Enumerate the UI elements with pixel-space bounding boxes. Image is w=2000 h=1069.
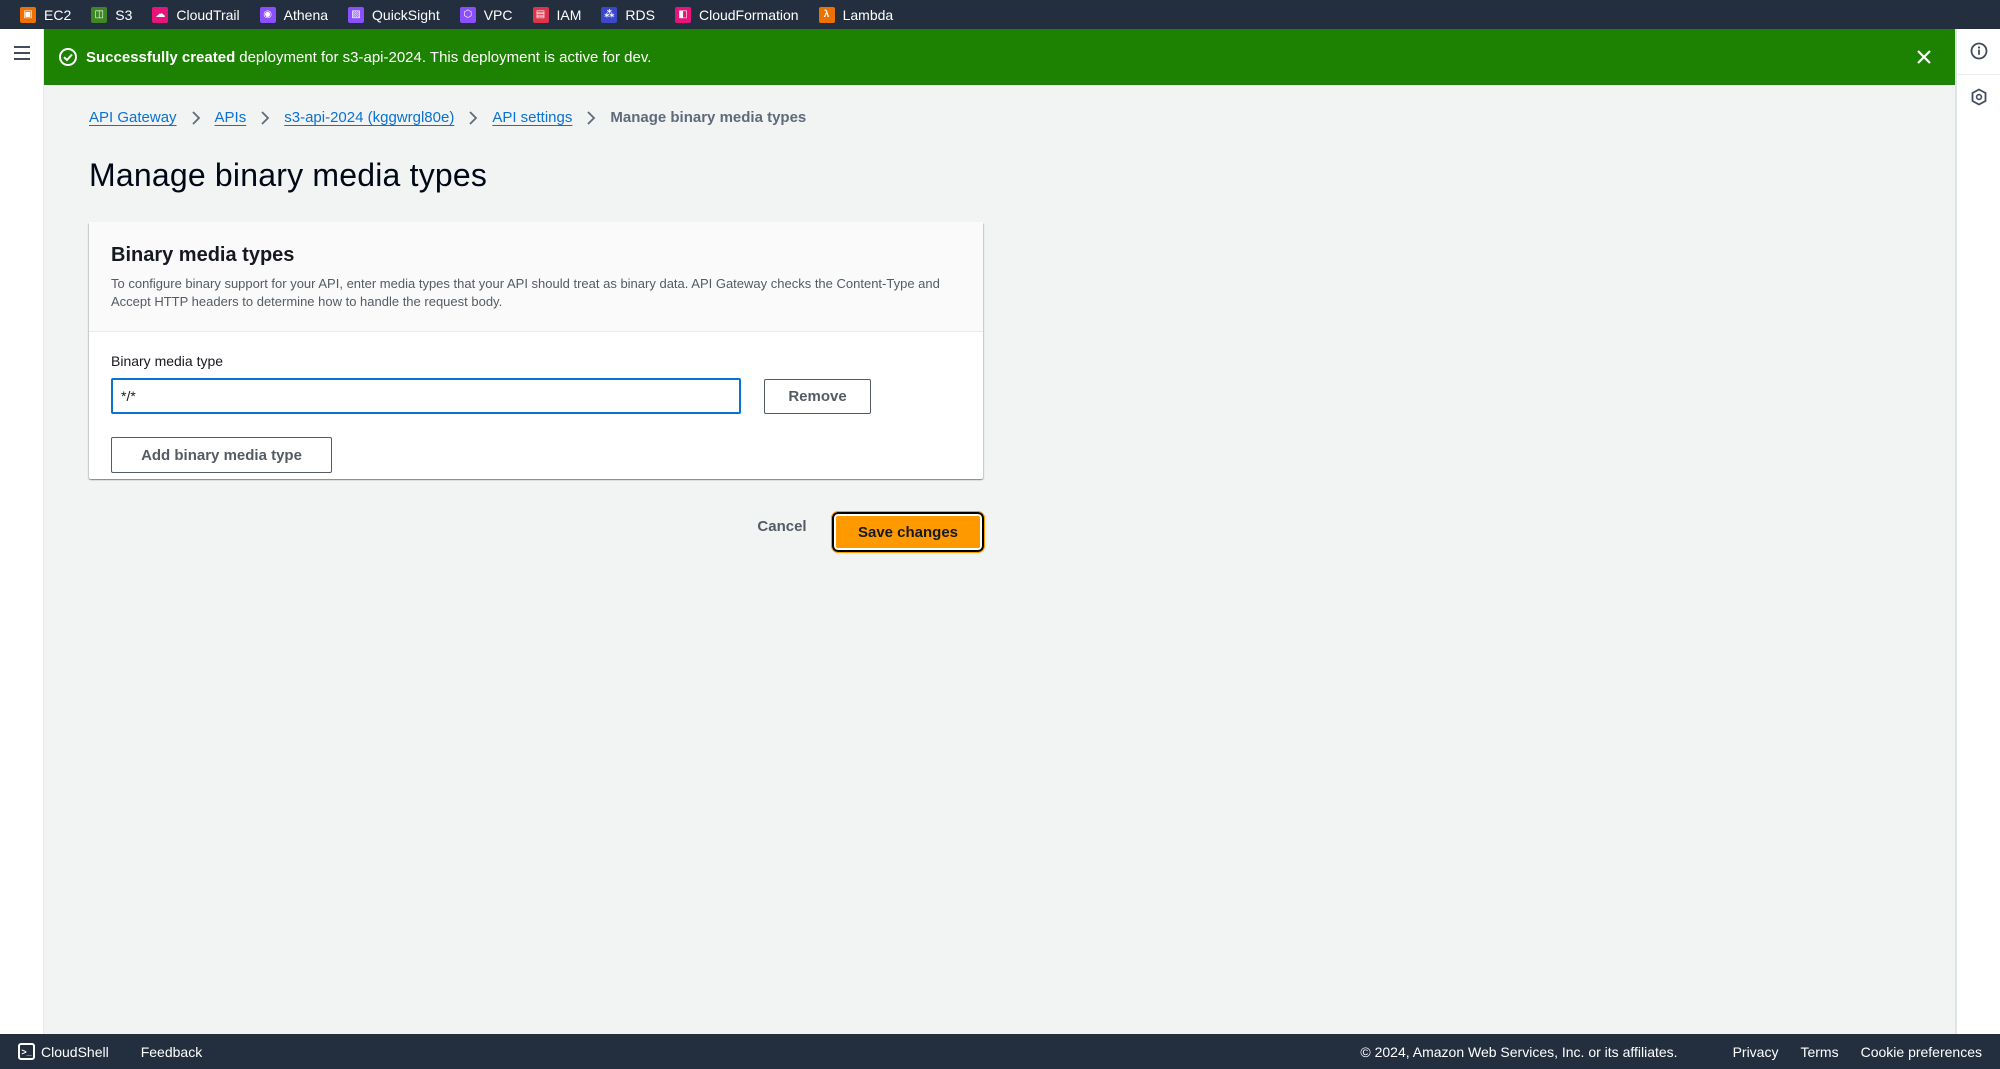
chevron-right-icon [586, 110, 596, 126]
service-label: CloudTrail [176, 6, 240, 23]
close-icon[interactable] [1913, 46, 1935, 68]
success-flash-banner: Successfully created deployment for s3-a… [44, 29, 1955, 85]
rds-icon: ⁂ [601, 6, 618, 23]
cloudformation-icon: ◧ [674, 6, 691, 23]
athena-icon: ◉ [259, 6, 276, 23]
lambda-icon: λ [818, 6, 835, 23]
feedback-link[interactable]: Feedback [141, 1044, 202, 1060]
service-shortcut-lambda[interactable]: λ Lambda [818, 6, 894, 23]
cookie-preferences-link[interactable]: Cookie preferences [1861, 1044, 1982, 1060]
service-shortcut-quicksight[interactable]: ▨ QuickSight [348, 6, 440, 23]
service-shortcut-iam[interactable]: ▤ IAM [532, 6, 582, 23]
feedback-hexagon-icon[interactable] [1969, 87, 1989, 107]
binary-media-type-field[interactable] [111, 378, 741, 414]
service-label: Athena [283, 6, 329, 23]
service-label: S3 [115, 6, 133, 23]
binary-media-types-container: Binary media types To configure binary s… [89, 222, 983, 479]
service-shortcut-s3[interactable]: ◫ S3 [91, 6, 133, 23]
iam-icon: ▤ [532, 6, 549, 23]
container-description: To configure binary support for your API… [111, 276, 940, 309]
service-label: EC2 [44, 6, 72, 23]
breadcrumb-apis[interactable]: APIs [215, 109, 247, 126]
privacy-link[interactable]: Privacy [1733, 1044, 1779, 1060]
info-icon[interactable] [1969, 41, 1989, 61]
page-title: Manage binary media types [89, 157, 488, 193]
breadcrumb-api-gateway[interactable]: API Gateway [89, 109, 177, 126]
menu-toggle-icon[interactable] [14, 46, 30, 60]
terms-link[interactable]: Terms [1800, 1044, 1838, 1060]
chevron-right-icon [468, 110, 478, 126]
chevron-right-icon [191, 110, 201, 126]
main-content: API Gateway APIs s3-api-2024 (kggwrgl80e… [44, 85, 1955, 1034]
service-shortcut-ec2[interactable]: ▣ EC2 [20, 6, 72, 23]
breadcrumb-api-settings[interactable]: API settings [492, 109, 572, 126]
service-shortcut-cloudtrail[interactable]: ☁ CloudTrail [152, 6, 240, 23]
flash-title: Successfully created [86, 48, 236, 66]
services-favorites-bar: ▣ EC2 ◫ S3 ☁ CloudTrail ◉ Athena ▨ Quick… [0, 0, 2000, 29]
service-label: VPC [483, 6, 513, 23]
service-shortcut-cloudformation[interactable]: ◧ CloudFormation [674, 6, 799, 23]
cloudtrail-icon: ☁ [152, 6, 169, 23]
service-shortcut-vpc[interactable]: ⬡ VPC [459, 6, 513, 23]
side-navigation-rail [0, 29, 44, 1034]
cancel-button[interactable]: Cancel [737, 510, 827, 542]
service-shortcut-rds[interactable]: ⁂ RDS [601, 6, 655, 23]
add-binary-media-type-button[interactable]: Add binary media type [111, 437, 332, 473]
service-label: Lambda [842, 6, 894, 23]
breadcrumb-current: Manage binary media types [610, 109, 807, 126]
ec2-icon: ▣ [20, 6, 36, 23]
service-label: RDS [625, 6, 655, 23]
breadcrumb-api-name[interactable]: s3-api-2024 (kggwrgl80e) [284, 109, 454, 126]
service-label: IAM [556, 6, 582, 23]
binary-media-type-label: Binary media type [111, 353, 224, 369]
console-footer: >_ CloudShell Feedback © 2024, Amazon We… [0, 1034, 2000, 1069]
binary-media-type-input[interactable] [121, 388, 739, 404]
service-shortcut-athena[interactable]: ◉ Athena [259, 6, 329, 23]
quicksight-icon: ▨ [348, 6, 365, 23]
cloudshell-icon: >_ [18, 1043, 35, 1060]
flash-message: deployment for s3-api-2024. This deploym… [239, 48, 652, 66]
container-body: Binary media type Remove Add binary medi… [89, 332, 983, 473]
breadcrumb: API Gateway APIs s3-api-2024 (kggwrgl80e… [89, 109, 806, 126]
container-title: Binary media types [111, 244, 295, 266]
chevron-right-icon [260, 110, 270, 126]
vpc-icon: ⬡ [459, 6, 476, 23]
rail-divider [1957, 74, 2000, 75]
service-label: QuickSight [372, 6, 440, 23]
s3-icon: ◫ [91, 6, 108, 23]
container-header: Binary media types To configure binary s… [89, 222, 983, 332]
copyright-text: © 2024, Amazon Web Services, Inc. or its… [1360, 1043, 1678, 1060]
tools-rail [1955, 29, 2000, 1034]
save-changes-button[interactable]: Save changes [831, 511, 985, 553]
remove-button[interactable]: Remove [764, 379, 871, 414]
cloudshell-button[interactable]: >_ CloudShell [18, 1043, 109, 1060]
cloudshell-label: CloudShell [41, 1043, 109, 1060]
success-check-icon [58, 47, 78, 67]
service-label: CloudFormation [698, 6, 799, 23]
